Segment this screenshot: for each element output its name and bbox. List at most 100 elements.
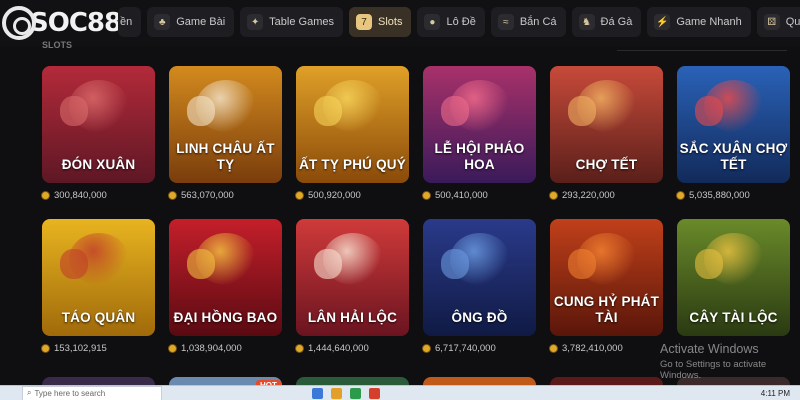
game-card[interactable]: ẤT TỴ PHÚ QUÝ 500,920,000 (296, 66, 409, 219)
coin-icon (169, 344, 176, 352)
folder-icon[interactable] (331, 387, 342, 399)
taskbar-apps (312, 387, 380, 399)
jackpot-value: 153,102,915 (54, 342, 107, 354)
nav-item-đá-gà[interactable]: ♞ Đá Gà (571, 7, 642, 37)
jackpot-value: 300,840,000 (54, 189, 107, 201)
game-title: ĐÓN XUÂN (61, 157, 136, 172)
game-title: ĐẠI HỒNG BAO (173, 310, 278, 325)
jackpot-value: 563,070,000 (181, 189, 234, 201)
app-icon[interactable] (369, 387, 380, 399)
jackpot-row: 6,717,740,000 (423, 341, 536, 355)
cards-icon: ♣ (154, 14, 171, 30)
game-card[interactable]: SẮC XUÂN CHỢ TẾT 5,035,880,000 (677, 66, 790, 219)
game-artwork-detail (695, 96, 723, 126)
game-title: LỄ HỘI PHÁO HOA (434, 141, 525, 172)
jackpot-value: 6,717,740,000 (435, 342, 496, 354)
nav-item-label: Bắn Cá (519, 16, 557, 28)
game-card[interactable]: LINH CHÂU ẤT TỴ 563,070,000 (169, 66, 282, 219)
coin-icon (550, 344, 557, 352)
nav-item-game-nhanh[interactable]: ⚡ Game Nhanh (647, 7, 751, 37)
game-title: CUNG HỶ PHÁT TÀI (553, 294, 660, 325)
jackpot-value: 1,038,904,000 (181, 342, 242, 354)
nav-item-slots[interactable]: 7 Slots (348, 7, 412, 37)
game-thumbnail[interactable]: LÂN HẢI LỘC (296, 219, 409, 336)
game-title: CÂY TÀI LỘC (689, 310, 778, 325)
game-thumbnail[interactable]: CUNG HỶ PHÁT TÀI (550, 219, 663, 336)
game-card[interactable]: CUNG HỶ PHÁT TÀI 3,782,410,000 (550, 219, 663, 372)
jackpot-row: 153,102,915 (42, 341, 155, 355)
game-card[interactable]: TÁO QUÂN 153,102,915 (42, 219, 155, 372)
nav-item-quay-số[interactable]: ⚄ Quay Số (756, 7, 800, 37)
game-title: ÔNG ĐỒ (451, 310, 508, 325)
game-thumbnail[interactable]: TÁO QUÂN (42, 219, 155, 336)
jackpot-row: 5,035,880,000 (677, 188, 790, 202)
game-artwork-detail (314, 249, 342, 279)
logo-text: SOC88 (30, 8, 122, 38)
jackpot-value: 1,444,640,000 (308, 342, 369, 354)
game-artwork-detail (187, 249, 215, 279)
fish-icon: ≈ (497, 14, 514, 30)
nav-item-sảnh-thể-thao[interactable]: ◎ền (118, 7, 142, 37)
game-thumbnail[interactable]: ĐẠI HỒNG BAO (169, 219, 282, 336)
game-artwork-detail (187, 96, 215, 126)
file-explorer-icon[interactable] (312, 387, 323, 399)
jackpot-row: 500,410,000 (423, 188, 536, 202)
jackpot-value: 3,782,410,000 (562, 342, 623, 354)
lottery-ball-icon: ● (424, 14, 441, 30)
jackpot-row: 1,038,904,000 (169, 341, 282, 355)
jackpot-value: 500,920,000 (308, 189, 361, 201)
windows-taskbar: ⌕ Type here to search 4:11 PM (0, 385, 800, 400)
coin-icon (677, 191, 684, 199)
nav-item-lô-đề[interactable]: ● Lô Đề (417, 7, 485, 37)
coin-icon (423, 191, 430, 199)
game-thumbnail[interactable]: CHỢ TẾT (550, 66, 663, 183)
taskbar-search[interactable]: ⌕ Type here to search (22, 385, 162, 400)
game-thumbnail[interactable]: LỄ HỘI PHÁO HOA (423, 66, 536, 183)
nav-item-bắn-cá[interactable]: ≈ Bắn Cá (490, 7, 566, 37)
game-card[interactable]: LÂN HẢI LỘC 1,444,640,000 (296, 219, 409, 372)
jackpot-value: 5,035,880,000 (689, 189, 750, 201)
site-logo[interactable]: SOC88 (2, 4, 134, 42)
jackpot-value: 500,410,000 (435, 189, 488, 201)
game-card[interactable]: LỄ HỘI PHÁO HOA 500,410,000 (423, 66, 536, 219)
game-artwork-detail (441, 96, 469, 126)
game-title: CHỢ TẾT (575, 157, 638, 172)
game-title: SẮC XUÂN CHỢ TẾT (679, 141, 788, 172)
filter-bar[interactable] (617, 37, 787, 51)
nav-item-game-bài[interactable]: ♣ Game Bài (147, 7, 235, 37)
game-thumbnail[interactable]: ÔNG ĐỒ (423, 219, 536, 336)
slot-icon: 7 (355, 14, 372, 30)
logo-icon (2, 6, 36, 40)
game-thumbnail[interactable]: LINH CHÂU ẤT TỴ (169, 66, 282, 183)
search-icon: ⌕ (27, 388, 32, 397)
game-grid: ĐÓN XUÂN 300,840,000 LINH CHÂU ẤT TỴ 563,07… (42, 66, 792, 372)
game-card[interactable]: ĐÓN XUÂN 300,840,000 (42, 66, 155, 219)
game-card[interactable]: ÔNG ĐỒ 6,717,740,000 (423, 219, 536, 372)
nav-item-table-games[interactable]: ✦ Table Games (240, 7, 343, 37)
nav-item-label: ền (120, 16, 133, 28)
game-title: LÂN HẢI LỘC (307, 310, 398, 325)
app-root: SOC88 ◎ền ♣ Game Bài ✦ Table Games 7 Slots ● Lô … (0, 0, 800, 400)
jackpot-row: 1,444,640,000 (296, 341, 409, 355)
jackpot-row: 500,920,000 (296, 188, 409, 202)
game-thumbnail[interactable]: SẮC XUÂN CHỢ TẾT (677, 66, 790, 183)
game-artwork-detail (60, 96, 88, 126)
game-title: LINH CHÂU ẤT TỴ (176, 141, 275, 172)
game-thumbnail[interactable]: ẤT TỴ PHÚ QUÝ (296, 66, 409, 183)
game-card[interactable]: CHỢ TẾT 293,220,000 (550, 66, 663, 219)
game-thumbnail[interactable]: ĐÓN XUÂN (42, 66, 155, 183)
game-title: ẤT TỴ PHÚ QUÝ (299, 157, 406, 172)
jackpot-row: 293,220,000 (550, 188, 663, 202)
game-artwork-detail (314, 96, 342, 126)
activate-windows-watermark: Activate Windows Go to Settings to activ… (660, 342, 800, 381)
category-nav: ◎ền ♣ Game Bài ✦ Table Games 7 Slots ● Lô Đề ≈ Bắn… (118, 7, 800, 37)
nav-item-label: Đá Gà (600, 16, 633, 28)
taskbar-clock: 4:11 PM (760, 388, 790, 398)
coin-icon (296, 344, 303, 352)
game-card[interactable]: ĐẠI HỒNG BAO 1,038,904,000 (169, 219, 282, 372)
game-thumbnail[interactable]: CÂY TÀI LỘC (677, 219, 790, 336)
nav-item-label: Quay Số (785, 16, 800, 28)
dice-icon: ⚄ (763, 14, 780, 30)
coin-icon (42, 191, 49, 199)
browser-icon[interactable] (350, 387, 361, 399)
